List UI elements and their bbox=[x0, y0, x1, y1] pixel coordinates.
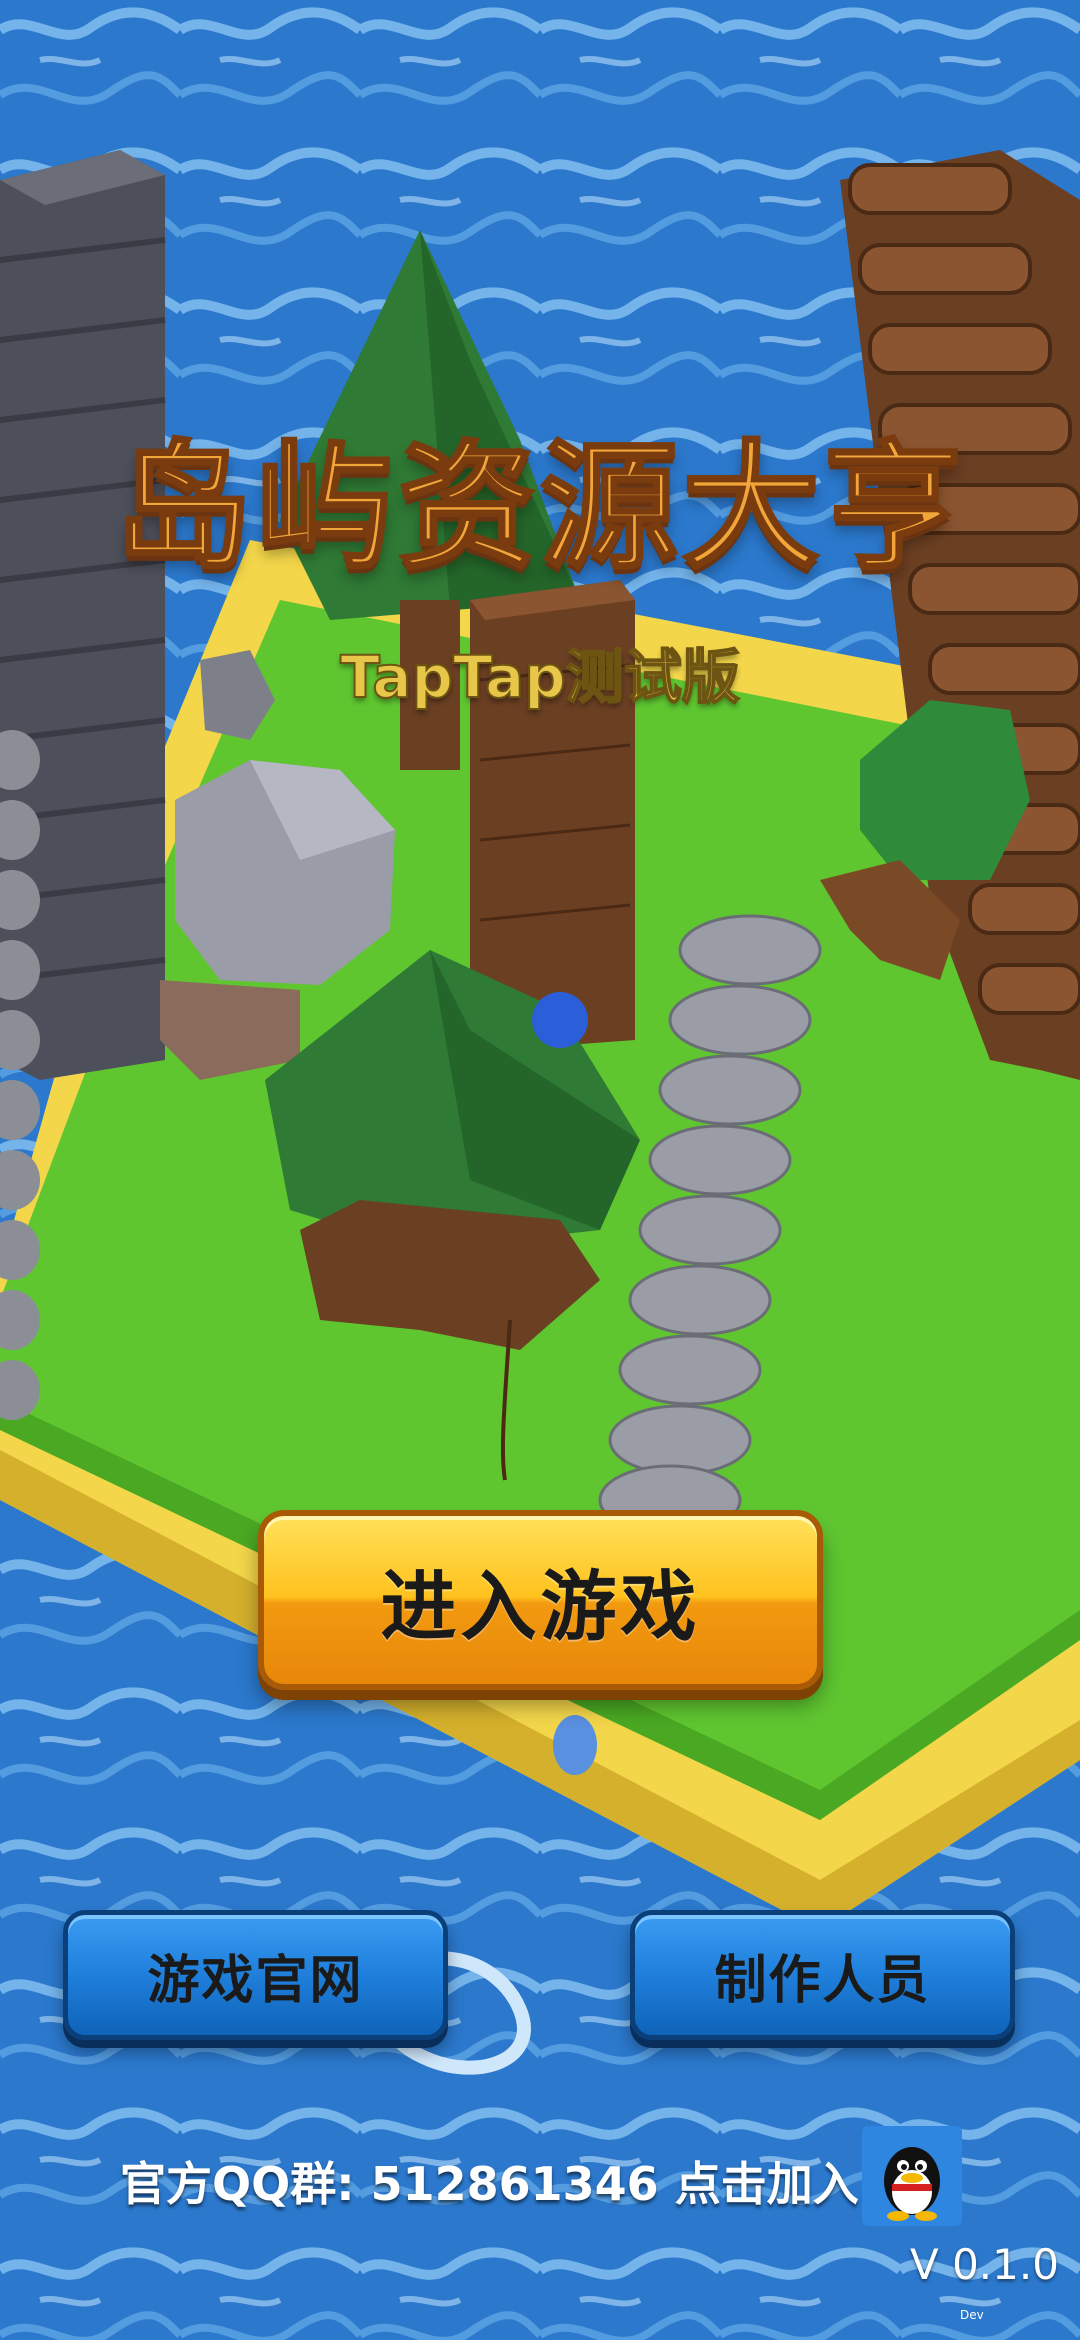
version-label: V 0.1.0 bbox=[910, 2240, 1059, 2289]
qq-penguin-icon[interactable] bbox=[862, 2126, 962, 2226]
qq-group-link[interactable]: 官方QQ群: 512861346 点击加入 bbox=[120, 2148, 859, 2214]
credits-label: 制作人员 bbox=[714, 1950, 931, 2011]
game-subtitle: TapTap测试版 bbox=[339, 642, 741, 712]
character-hand bbox=[553, 1715, 597, 1775]
watermark: Dev bbox=[960, 2308, 984, 2322]
character-head bbox=[532, 992, 588, 1048]
stone-pillar bbox=[0, 150, 166, 1080]
credits-button[interactable]: 制作人员 bbox=[630, 1910, 1015, 2040]
official-website-label: 游戏官网 bbox=[147, 1950, 364, 2011]
game-title: 岛屿资源大亨 bbox=[112, 426, 966, 590]
enter-game-button[interactable]: 进入游戏 bbox=[258, 1510, 823, 1690]
official-website-button[interactable]: 游戏官网 bbox=[63, 1910, 448, 2040]
enter-game-label: 进入游戏 bbox=[380, 1562, 701, 1651]
